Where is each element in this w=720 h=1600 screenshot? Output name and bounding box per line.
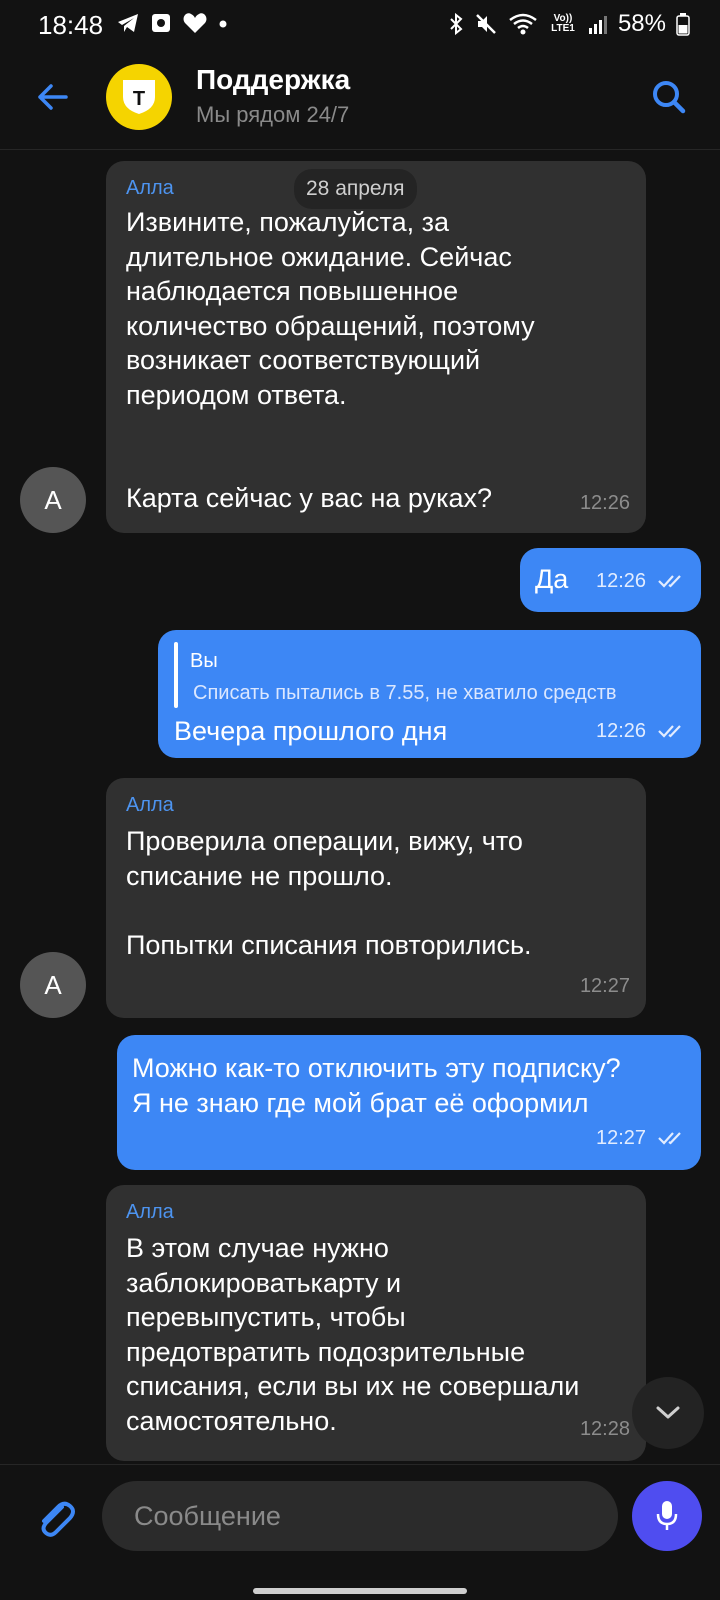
outgoing-message[interactable]: Вы Списать пытались в 7.55, не хватило с… [158, 630, 701, 758]
heart-icon [183, 13, 207, 33]
double-check-icon [658, 575, 681, 588]
dot-icon [219, 20, 227, 28]
status-bar: 18:48 Vo)) LTE1 58% [0, 0, 720, 52]
network-type-label: Vo)) LTE1 [551, 13, 575, 34]
telegram-icon [118, 14, 138, 32]
date-chip: 28 апреля [294, 169, 417, 209]
notification-icons [116, 12, 228, 34]
battery-percent: 58% [617, 10, 666, 37]
message-input[interactable] [102, 1481, 618, 1551]
svg-text:Т: Т [133, 88, 145, 110]
outgoing-message[interactable]: Да 12:26 [520, 548, 701, 612]
message-text: Извините, пожалуйста, за длительное ожид… [126, 207, 535, 513]
sender-avatar[interactable]: А [20, 952, 86, 1018]
search-icon [653, 81, 686, 114]
paperclip-icon [41, 1501, 75, 1537]
support-avatar[interactable]: Т [106, 64, 172, 130]
message-time: 12:28 [579, 1418, 630, 1440]
wifi-icon [509, 13, 537, 35]
message-text: Проверила операции, вижу, что списание н… [126, 826, 532, 960]
double-check-icon [658, 725, 681, 738]
chevron-down-icon [656, 1406, 680, 1419]
message-list[interactable]: Алла Извините, пожалуйста, за длительное… [0, 151, 720, 1464]
arrow-left-icon [38, 84, 68, 110]
reply-text: Списать пытались в 7.55, не хватило сред… [193, 682, 617, 704]
message-text: Можно как-то отключить эту подписку? Я н… [132, 1053, 621, 1118]
incoming-message[interactable]: Алла В этом случае нужно заблокироватька… [106, 1185, 646, 1461]
battery-icon [676, 13, 690, 36]
message-time: 12:27 [596, 1127, 647, 1149]
message-composer [0, 1464, 720, 1600]
incoming-message[interactable]: Алла Извините, пожалуйста, за длительное… [106, 161, 646, 533]
sender-avatar[interactable]: А [20, 467, 86, 533]
voice-record-button[interactable] [632, 1481, 702, 1551]
bluetooth-icon [450, 12, 463, 36]
message-time: 12:27 [579, 975, 630, 997]
message-sender: Алла [126, 1201, 174, 1223]
chat-header: Т Поддержка Мы рядом 24/7 [0, 52, 720, 150]
message-sender: Алла [126, 177, 174, 199]
status-time: 18:48 [38, 10, 104, 40]
chat-title[interactable]: Поддержка [196, 64, 350, 96]
message-sender: Алла [126, 794, 174, 816]
back-button[interactable] [30, 74, 76, 120]
message-time: 12:26 [596, 720, 647, 742]
message-text: В этом случае нужно заблокироватькарту и… [126, 1233, 580, 1436]
outgoing-message[interactable]: Можно как-то отключить эту подписку? Я н… [117, 1035, 701, 1170]
message-text: Да [535, 564, 569, 594]
app-notification-icon [152, 14, 170, 32]
bank-logo-icon: Т [123, 80, 155, 114]
system-status-icons: Vo)) LTE1 58% [448, 10, 690, 38]
mute-icon [476, 14, 496, 34]
microphone-icon [656, 1501, 678, 1530]
attach-button[interactable] [32, 1495, 80, 1543]
search-button[interactable] [646, 74, 692, 120]
signal-icon [588, 16, 607, 34]
incoming-message[interactable]: Алла Проверила операции, вижу, что списа… [106, 778, 646, 1018]
home-indicator[interactable] [253, 1588, 467, 1594]
reply-sender: Вы [190, 650, 218, 672]
chat-subtitle: Мы рядом 24/7 [196, 102, 350, 127]
double-check-icon [658, 1132, 681, 1145]
scroll-down-button[interactable] [632, 1377, 704, 1449]
message-time: 12:26 [596, 570, 647, 592]
reply-quote-bar [174, 642, 178, 708]
message-text: Вечера прошлого дня [174, 716, 448, 746]
message-time: 12:26 [579, 492, 630, 514]
